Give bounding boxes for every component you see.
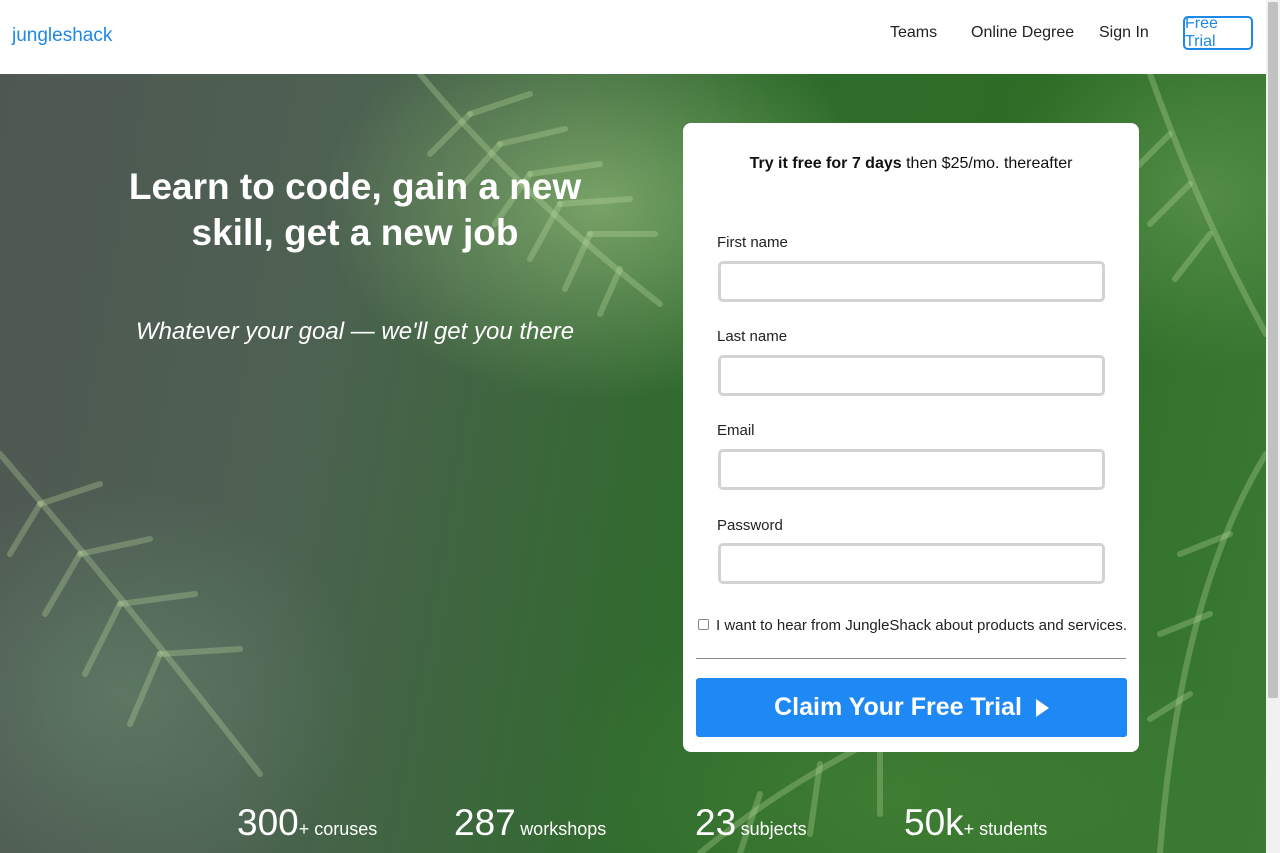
stat-subjects-label: subjects: [740, 819, 807, 839]
first-name-field[interactable]: [718, 261, 1105, 302]
stat-students-label: + students: [963, 819, 1048, 839]
stat-students-number: 50k: [904, 802, 964, 843]
claim-free-trial-button[interactable]: Claim Your Free Trial: [696, 678, 1127, 737]
last-name-field[interactable]: [718, 355, 1105, 396]
hero-section: Learn to code, gain a new skill, get a n…: [0, 74, 1266, 853]
stat-courses: 300+ coruses: [237, 802, 377, 844]
hero-headline-line-2: skill, get a new job: [191, 212, 519, 253]
password-label: Password: [717, 517, 783, 534]
stat-workshops: 287 workshops: [454, 802, 606, 844]
hero-headline-line-1: Learn to code, gain a new: [128, 166, 582, 207]
stat-courses-label: + coruses: [298, 819, 378, 839]
stat-subjects-number: 23: [695, 802, 737, 843]
site-header: jungleshack Teams Online Degree Sign In …: [0, 0, 1266, 74]
stat-subjects: 23 subjects: [695, 802, 807, 844]
first-name-label: First name: [717, 234, 788, 251]
optin-checkbox[interactable]: [698, 619, 709, 630]
email-label: Email: [717, 422, 755, 439]
hero-headline: Learn to code, gain a new skill, get a n…: [105, 164, 605, 256]
nav-free-trial-button[interactable]: Free Trial: [1183, 15, 1253, 50]
nav-sign-in[interactable]: Sign In: [1099, 24, 1149, 42]
optin-label[interactable]: I want to hear from JungleShack about pr…: [716, 617, 1127, 634]
scrollbar-thumb[interactable]: [1268, 2, 1278, 698]
stat-workshops-number: 287: [454, 802, 516, 843]
nav-online-degree[interactable]: Online Degree: [971, 24, 1074, 42]
last-name-label: Last name: [717, 328, 788, 345]
page-scrollbar[interactable]: [1266, 0, 1280, 853]
form-divider: [696, 658, 1126, 659]
stat-courses-number: 300: [237, 802, 299, 843]
signup-form-card: Try it free for 7 days then $25/mo. ther…: [683, 123, 1139, 752]
trial-promo-rest: then $25/mo. thereafter: [906, 155, 1073, 172]
play-triangle-icon: [1035, 698, 1049, 717]
trial-promo-text: Try it free for 7 days then $25/mo. ther…: [683, 155, 1139, 173]
email-field[interactable]: [718, 449, 1105, 490]
stat-students: 50k+ students: [904, 802, 1047, 844]
stat-workshops-label: workshops: [520, 819, 607, 839]
logo-link[interactable]: jungleshack: [12, 25, 112, 47]
trial-promo-bold: Try it free for 7 days: [749, 155, 902, 172]
password-field[interactable]: [718, 543, 1105, 584]
nav-teams[interactable]: Teams: [890, 24, 937, 42]
hero-subheadline: Whatever your goal — we'll get you there: [135, 318, 575, 345]
claim-free-trial-label: Claim Your Free Trial: [774, 693, 1022, 721]
